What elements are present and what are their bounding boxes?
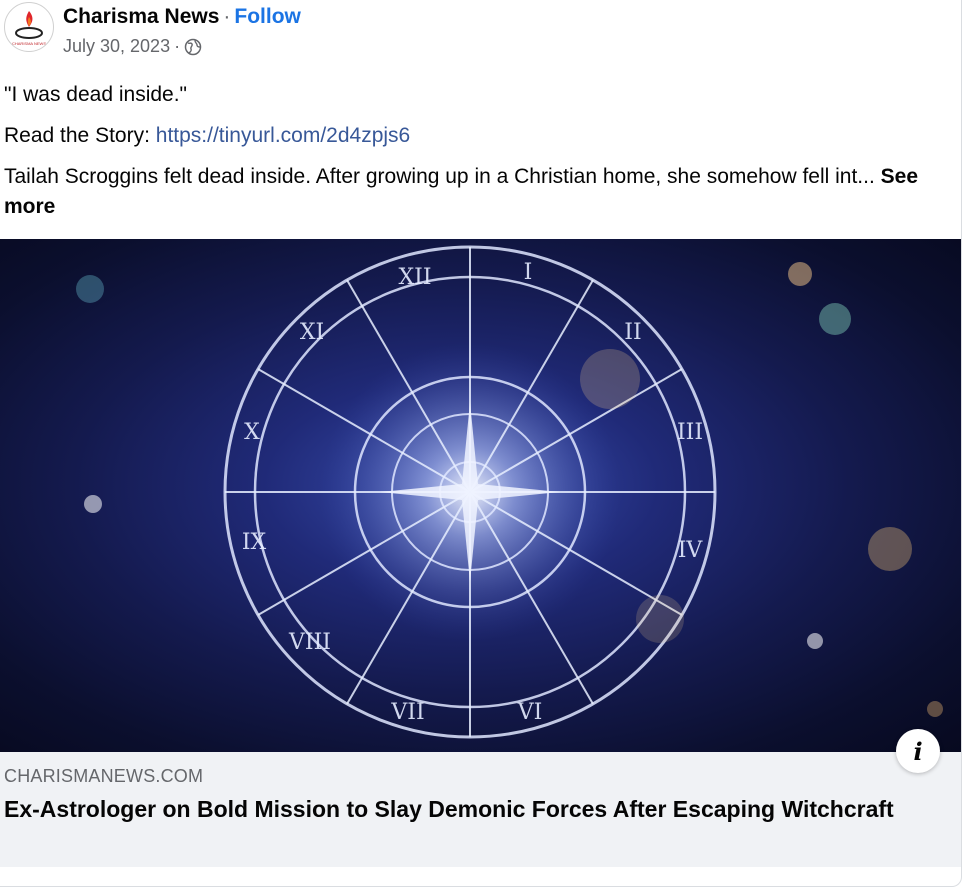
zodiac-wheel-image-icon: XII I II III IV VI VII VIII IX X XI [76,245,943,739]
svg-text:II: II [624,320,641,345]
link-headline[interactable]: Ex-Astrologer on Bold Mission to Slay De… [4,794,904,824]
page-name-line: Charisma News · Follow [63,5,301,29]
link-preview-image[interactable]: XII I II III IV VI VII VIII IX X XI [0,239,961,752]
read-story-line: Read the Story: https://tinyurl.com/2d4z… [4,121,410,151]
svg-text:I: I [524,260,533,285]
svg-text:CHARISMA NEWS: CHARISMA NEWS [12,41,46,46]
date-separator: · [174,36,181,56]
svg-text:IX: IX [242,530,267,555]
post-date[interactable]: July 30, 2023 [63,36,170,57]
post-meta: July 30, 2023 · [63,36,202,57]
svg-text:III: III [677,420,703,445]
post-body-text: Tailah Scroggins felt dead inside. After… [4,165,875,188]
svg-text:XII: XII [398,265,431,290]
link-domain: CHARISMANEWS.COM [4,766,204,786]
info-button[interactable]: i [896,729,940,773]
globe-icon [184,38,202,55]
read-story-prefix: Read the Story: [4,124,150,147]
post-header: CHARISMA NEWS Charisma News · Follow July … [4,2,904,56]
svg-text:XI: XI [300,320,324,345]
post-body: Tailah Scroggins felt dead inside. After… [4,162,944,222]
page-name[interactable]: Charisma News [63,5,219,28]
svg-text:X: X [244,420,260,445]
page-avatar[interactable]: CHARISMA NEWS [4,2,54,52]
svg-text:VI: VI [517,700,543,725]
follow-button[interactable]: Follow [234,5,301,28]
post-quote: "I was dead inside." [4,83,188,106]
charisma-news-logo-icon: CHARISMA NEWS [12,11,46,46]
info-icon: i [913,736,923,766]
story-link[interactable]: https://tinyurl.com/2d4zpjs6 [156,124,410,147]
name-separator: · [223,5,231,28]
svg-text:VII: VII [390,700,424,725]
svg-text:IV: IV [678,538,704,563]
svg-text:VIII: VIII [288,630,331,655]
link-preview[interactable]: CHARISMANEWS.COM Ex-Astrologer on Bold M… [0,752,961,867]
post-card: CHARISMA NEWS Charisma News · Follow July … [0,0,962,887]
